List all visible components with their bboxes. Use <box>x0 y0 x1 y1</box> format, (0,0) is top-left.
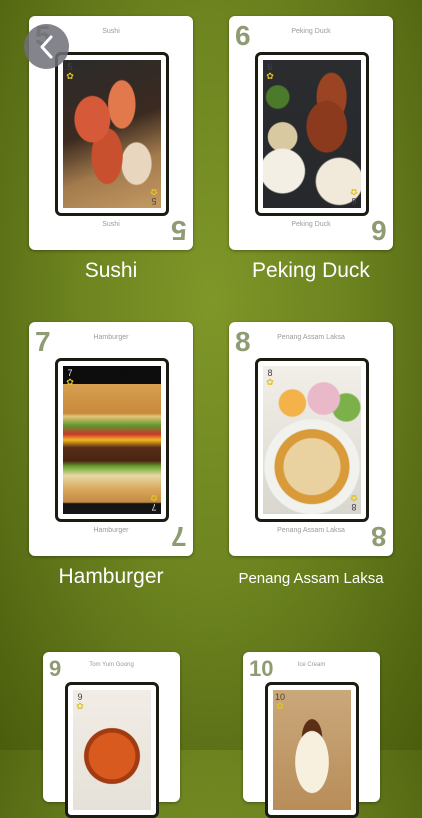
card-peking-duck[interactable]: 6 Peking Duck 6 ✿ 6 ✿ Peking Duck 6 <box>229 16 393 250</box>
card-pip: 7 ✿ <box>66 368 74 387</box>
flower-icon: ✿ <box>66 377 74 387</box>
card-number: 5 <box>171 215 187 246</box>
card-image-frame: 10 ✿ <box>265 682 359 818</box>
card-name: Penang Assam Laksa <box>277 334 345 341</box>
card-hamburger[interactable]: 7 Hamburger 7 ✿ 7 ✿ Hamburger 7 <box>29 322 193 556</box>
card-ice-cream[interactable]: 10 Ice Cream 10 ✿ <box>243 652 380 818</box>
flower-icon: ✿ <box>266 71 274 81</box>
card-number: 8 <box>235 326 251 357</box>
food-photo <box>63 366 161 514</box>
card-name: Sushi <box>102 221 120 228</box>
card-number: 6 <box>235 20 251 51</box>
card-pip: 7 ✿ <box>150 493 158 512</box>
card-label: Peking Duck <box>252 259 370 282</box>
card-pip: 5 ✿ <box>66 62 74 81</box>
card-image-frame: 9 ✿ <box>65 682 159 818</box>
flower-icon: ✿ <box>76 701 84 711</box>
flower-icon: ✿ <box>150 187 158 197</box>
card-name: Hamburger <box>93 334 129 341</box>
card-label: Hamburger <box>58 565 164 588</box>
card-pip: 6 ✿ <box>266 62 274 81</box>
card-penang-assam-laksa[interactable]: 8 Penang Assam Laksa 8 ✿ 8 ✿ Penang Assam … <box>229 322 393 556</box>
card-number: 7 <box>35 326 51 357</box>
food-photo <box>63 60 161 208</box>
card-name: Peking Duck <box>291 221 331 228</box>
card-pip: 5 ✿ <box>150 187 158 206</box>
flower-icon: ✿ <box>350 493 358 503</box>
card-name: Penang Assam Laksa <box>277 527 345 534</box>
card-number: 6 <box>371 215 387 246</box>
card-pip: 8 ✿ <box>350 493 358 512</box>
flower-icon: ✿ <box>150 493 158 503</box>
card-number: 7 <box>171 521 187 552</box>
card-label: Sushi <box>84 259 138 282</box>
flower-icon: ✿ <box>350 187 358 197</box>
card-pip: 10 ✿ <box>275 692 286 711</box>
card-pip: 9 ✿ <box>76 692 84 711</box>
card-tom-yum-goong[interactable]: 9 Tom Yum Goong 9 ✿ <box>43 652 180 818</box>
chevron-left-icon <box>40 35 52 58</box>
card-pip: 6 ✿ <box>350 187 358 206</box>
flower-icon: ✿ <box>66 71 74 81</box>
food-photo <box>263 60 361 208</box>
card-image-frame: 6 ✿ 6 ✿ <box>255 52 369 216</box>
card-label: Penang Assam Laksa <box>238 570 384 587</box>
card-image-frame: 5 ✿ 5 ✿ <box>55 52 169 216</box>
card-image-frame: 8 ✿ 8 ✿ <box>255 358 369 522</box>
flower-icon: ✿ <box>276 701 284 711</box>
card-name: Ice Cream <box>297 662 326 668</box>
card-number: 8 <box>371 521 387 552</box>
card-name: Hamburger <box>93 527 129 534</box>
back-button[interactable] <box>24 24 69 69</box>
flower-icon: ✿ <box>266 377 274 387</box>
card-name: Peking Duck <box>291 28 331 35</box>
card-image-frame: 7 ✿ 7 ✿ <box>55 358 169 522</box>
card-pip: 8 ✿ <box>266 368 274 387</box>
card-name: Tom Yum Goong <box>89 662 134 668</box>
food-photo <box>263 366 361 514</box>
